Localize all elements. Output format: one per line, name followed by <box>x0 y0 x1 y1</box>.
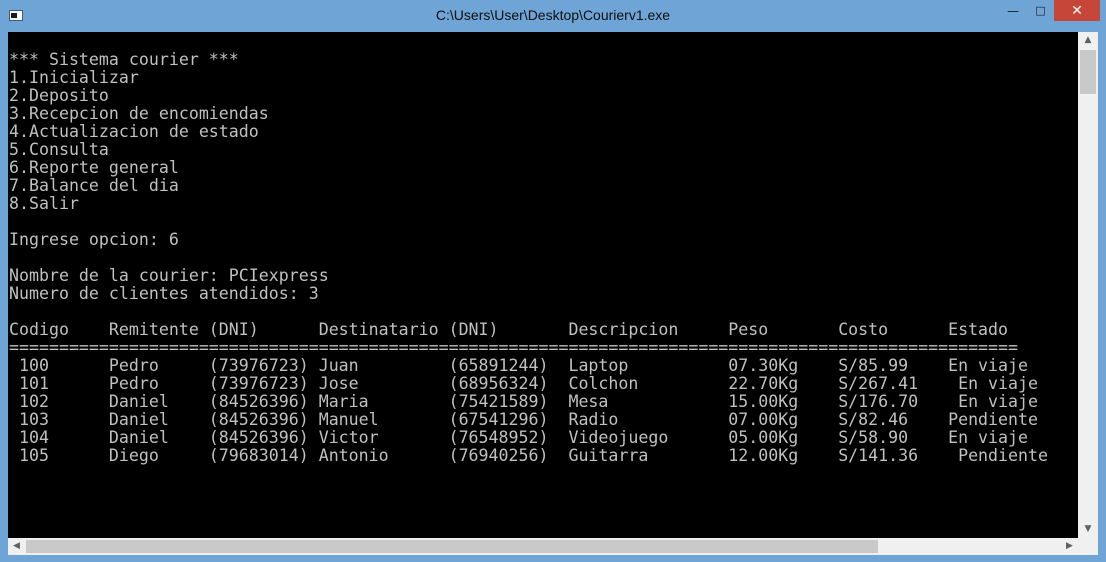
console-line: 2.Deposito <box>9 86 109 105</box>
console-line: *** Sistema courier *** <box>9 50 239 69</box>
console-line: Numero de clientes atendidos: 3 <box>9 284 319 303</box>
horizontal-scroll-thumb[interactable] <box>26 540 878 553</box>
scroll-right-icon[interactable]: ▶ <box>1061 538 1078 555</box>
console-line: 1.Inicializar <box>9 68 139 87</box>
minimize-button[interactable]: — <box>999 0 1027 21</box>
console-text: *** Sistema courier *** 1.Inicializar 2.… <box>9 51 1048 465</box>
console-line: 8.Salir <box>9 194 79 213</box>
console-line: 103 Daniel (84526396) Manuel (67541296) … <box>9 410 1038 429</box>
console-line: Nombre de la courier: PCIexpress <box>9 266 329 285</box>
console-line: 104 Daniel (84526396) Victor (76548952) … <box>9 428 1029 447</box>
scroll-up-icon[interactable]: ▲ <box>1078 32 1098 49</box>
vertical-scrollbar[interactable]: ▲ ▼ <box>1078 32 1098 538</box>
console-line: 102 Daniel (84526396) Maria (75421589) M… <box>9 392 1038 411</box>
vertical-scroll-thumb[interactable] <box>1080 50 1096 94</box>
console-line: 6.Reporte general <box>9 158 179 177</box>
console-line: 7.Balance del dia <box>9 176 179 195</box>
horizontal-scrollbar[interactable]: ◀ ▶ <box>8 538 1078 555</box>
console-line: Ingrese opcion: 6 <box>9 230 179 249</box>
console-line: 3.Recepcion de encomiendas <box>9 104 269 123</box>
console-line: 5.Consulta <box>9 140 109 159</box>
scroll-left-icon[interactable]: ◀ <box>8 538 25 555</box>
scroll-down-icon[interactable]: ▼ <box>1078 521 1098 538</box>
console-line: ========================================… <box>9 338 1019 357</box>
window-title: C:\Users\User\Desktop\Courierv1.exe <box>435 7 671 23</box>
title-bar[interactable]: C:\Users\User\Desktop\Courierv1.exe — □ … <box>0 0 1106 32</box>
console-line: 101 Pedro (73976723) Jose (68956324) Col… <box>9 374 1038 393</box>
console-window: C:\Users\User\Desktop\Courierv1.exe — □ … <box>0 0 1106 562</box>
console-output[interactable]: *** Sistema courier *** 1.Inicializar 2.… <box>8 32 1078 538</box>
close-button[interactable]: ✕ <box>1054 0 1100 21</box>
maximize-button[interactable]: □ <box>1027 0 1054 21</box>
console-line: 4.Actualizacion de estado <box>9 122 259 141</box>
console-line: Codigo Remitente (DNI) Destinatario (DNI… <box>9 320 1009 339</box>
console-line: 100 Pedro (73976723) Juan (65891244) Lap… <box>9 356 1029 375</box>
console-line: 105 Diego (79683014) Antonio (76940256) … <box>9 446 1048 465</box>
scrollbar-corner <box>1078 538 1098 555</box>
